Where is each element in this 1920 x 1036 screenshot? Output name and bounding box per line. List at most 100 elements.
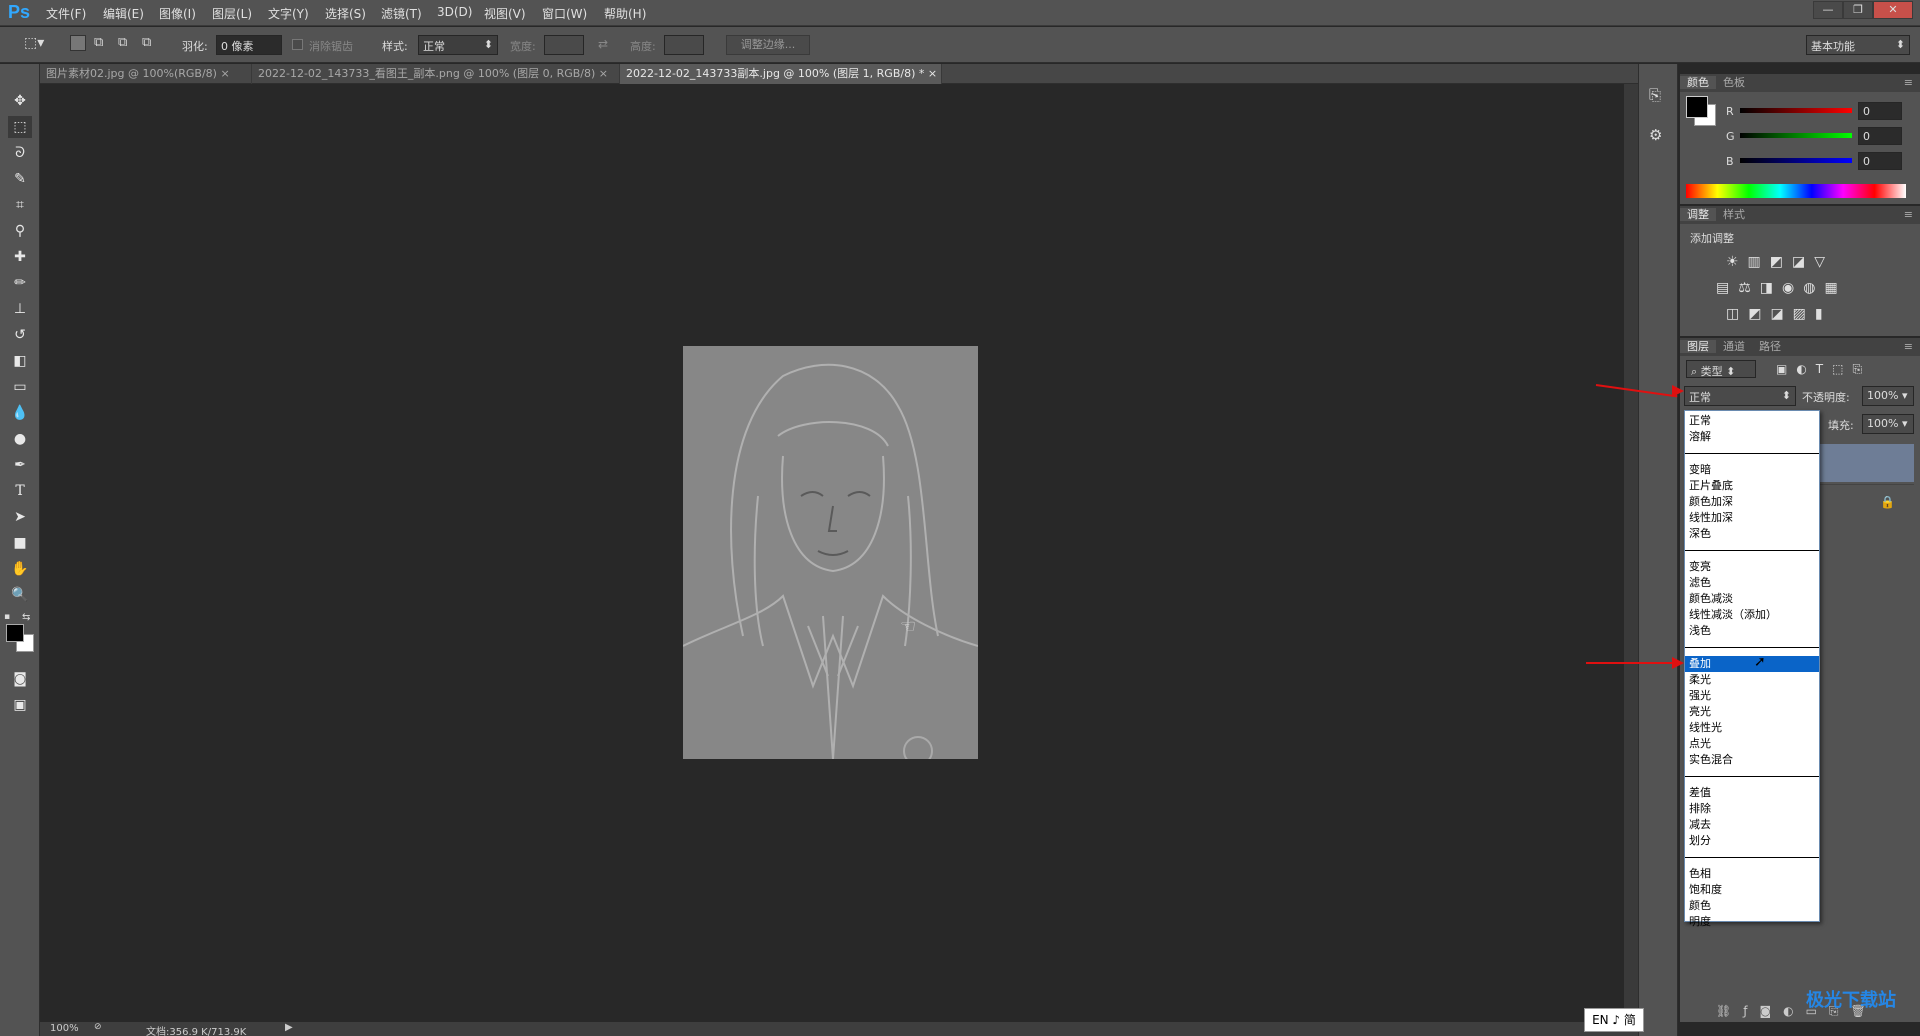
document-image[interactable] (683, 346, 978, 759)
height-input[interactable] (664, 35, 704, 55)
crop-tool-icon[interactable]: ⌗ (8, 194, 32, 216)
close-button[interactable]: ✕ (1873, 1, 1913, 19)
eraser-tool-icon[interactable]: ◧ (8, 350, 32, 372)
properties-panel-icon[interactable]: ⚙ (1649, 126, 1662, 144)
blend-exclusion[interactable]: 排除 (1685, 801, 1819, 817)
tab-styles[interactable]: 样式 (1716, 208, 1752, 221)
zoom-tool-icon[interactable]: 🔍 (8, 584, 32, 606)
menu-select[interactable]: 选择(S) (325, 5, 366, 22)
blend-vivid-light[interactable]: 亮光 (1685, 704, 1819, 720)
blend-normal[interactable]: 正常 (1685, 413, 1819, 429)
layer-filter-icons[interactable]: ▣◐T⬚⎘ (1776, 362, 1871, 377)
tab-doc-3-active[interactable]: 2022-12-02_143733副本.jpg @ 100% (图层 1, RG… (620, 64, 942, 84)
ime-indicator[interactable]: EN ♪ 简 (1584, 1008, 1644, 1032)
blend-hard-light[interactable]: 强光 (1685, 688, 1819, 704)
blend-linear-dodge[interactable]: 线性减淡（添加） (1685, 607, 1819, 623)
panel-menu-icon[interactable]: ≡ (1897, 338, 1920, 356)
blend-lighten[interactable]: 变亮 (1685, 559, 1819, 575)
channel-g-slider[interactable] (1740, 133, 1852, 138)
lasso-tool-icon[interactable]: ᘐ (8, 142, 32, 164)
blend-luminosity[interactable]: 明度 (1685, 914, 1819, 930)
vertical-scrollbar[interactable] (1624, 84, 1638, 1022)
healing-brush-tool-icon[interactable]: ✚ (8, 246, 32, 268)
menu-image[interactable]: 图像(I) (159, 5, 196, 22)
blend-hard-mix[interactable]: 实色混合 (1685, 752, 1819, 768)
marquee-tool-preset-icon[interactable]: ⬚▾ (24, 35, 44, 51)
blend-saturation[interactable]: 饱和度 (1685, 882, 1819, 898)
menu-filter[interactable]: 滤镜(T) (381, 5, 422, 22)
default-colors-icon[interactable]: ▪ (4, 612, 10, 622)
close-icon[interactable]: × (599, 67, 608, 80)
quick-mask-icon[interactable]: ◙ (8, 668, 32, 690)
gradient-tool-icon[interactable]: ▭ (8, 376, 32, 398)
blend-screen[interactable]: 滤色 (1685, 575, 1819, 591)
workspace-select[interactable]: 基本功能 ⬍ (1806, 35, 1910, 55)
blend-color-dodge[interactable]: 颜色减淡 (1685, 591, 1819, 607)
blend-linear-light[interactable]: 线性光 (1685, 720, 1819, 736)
history-brush-tool-icon[interactable]: ↺ (8, 324, 32, 346)
tab-color[interactable]: 颜色 (1680, 76, 1716, 89)
hand-tool-icon[interactable]: ✋ (8, 558, 32, 580)
blend-divide[interactable]: 划分 (1685, 833, 1819, 849)
status-menu-arrow-icon[interactable]: ▶ (285, 1022, 293, 1033)
new-selection-icon[interactable] (70, 35, 86, 51)
menu-type[interactable]: 文字(Y) (268, 5, 309, 22)
status-icon[interactable]: ⊘ (94, 1022, 102, 1032)
width-input[interactable] (544, 35, 584, 55)
blend-darken[interactable]: 变暗 (1685, 462, 1819, 478)
color-fg-swatch[interactable] (1686, 96, 1708, 118)
menu-3d[interactable]: 3D(D) (437, 5, 472, 19)
channel-r-input[interactable]: 0 (1858, 102, 1902, 120)
blend-lighter-color[interactable]: 浅色 (1685, 623, 1819, 639)
menu-edit[interactable]: 编辑(E) (103, 5, 144, 22)
quick-select-tool-icon[interactable]: ✎ (8, 168, 32, 190)
tab-paths[interactable]: 路径 (1752, 340, 1788, 353)
panel-menu-icon[interactable]: ≡ (1897, 74, 1920, 92)
adjustment-icons-row3[interactable]: ◫◩◪▨▮ (1726, 306, 1832, 322)
blend-color[interactable]: 颜色 (1685, 898, 1819, 914)
pen-tool-icon[interactable]: ✒ (8, 454, 32, 476)
style-select[interactable]: 正常 ⬍ (418, 35, 498, 55)
menu-layer[interactable]: 图层(L) (212, 5, 252, 22)
menu-help[interactable]: 帮助(H) (604, 5, 646, 22)
adjustment-icons-row1[interactable]: ☀▥◩◪▽ (1726, 254, 1834, 270)
menu-window[interactable]: 窗口(W) (542, 5, 587, 22)
type-tool-icon[interactable]: T (8, 480, 32, 502)
blend-soft-light[interactable]: 柔光 (1685, 672, 1819, 688)
blend-overlay-highlighted[interactable]: 叠加 (1685, 656, 1819, 672)
fill-input[interactable]: 100% ▾ (1862, 414, 1914, 434)
brush-tool-icon[interactable]: ✏ (8, 272, 32, 294)
canvas-area[interactable] (40, 84, 1640, 1024)
blend-darker-color[interactable]: 深色 (1685, 526, 1819, 542)
blend-dissolve[interactable]: 溶解 (1685, 429, 1819, 445)
swap-colors-icon[interactable]: ⇆ (22, 612, 30, 623)
subtract-selection-icon[interactable]: ⧉ (118, 35, 127, 50)
eyedropper-tool-icon[interactable]: ⚲ (8, 220, 32, 242)
marquee-tool-icon[interactable]: ⬚ (8, 116, 32, 138)
tab-layers[interactable]: 图层 (1680, 340, 1716, 353)
blend-mode-select[interactable]: 正常 ⬍ (1684, 386, 1796, 406)
tab-swatches[interactable]: 色板 (1716, 76, 1752, 89)
blend-color-burn[interactable]: 颜色加深 (1685, 494, 1819, 510)
tab-doc-2[interactable]: 2022-12-02_143733_看图王_副本.png @ 100% (图层 … (252, 64, 620, 84)
blend-pin-light[interactable]: 点光 (1685, 736, 1819, 752)
blur-tool-icon[interactable]: 💧 (8, 402, 32, 424)
minimize-button[interactable]: — (1813, 1, 1843, 19)
menu-view[interactable]: 视图(V) (484, 5, 526, 22)
menu-file[interactable]: 文件(F) (46, 5, 86, 22)
blend-multiply[interactable]: 正片叠底 (1685, 478, 1819, 494)
refine-edge-button[interactable]: 调整边缘... (726, 35, 810, 55)
channel-b-slider[interactable] (1740, 158, 1852, 163)
dodge-tool-icon[interactable]: ● (8, 428, 32, 450)
shape-tool-icon[interactable]: ■ (8, 532, 32, 554)
blend-linear-burn[interactable]: 线性加深 (1685, 510, 1819, 526)
feather-input[interactable]: 0 像素 (216, 35, 282, 55)
antialias-checkbox[interactable] (292, 39, 303, 50)
tab-channels[interactable]: 通道 (1716, 340, 1752, 353)
stamp-tool-icon[interactable]: ⊥ (8, 298, 32, 320)
tab-adjustments[interactable]: 调整 (1680, 208, 1716, 221)
blend-hue[interactable]: 色相 (1685, 866, 1819, 882)
move-tool-icon[interactable]: ✥ (8, 90, 32, 112)
channel-r-slider[interactable] (1740, 108, 1852, 113)
panel-menu-icon[interactable]: ≡ (1897, 206, 1920, 224)
